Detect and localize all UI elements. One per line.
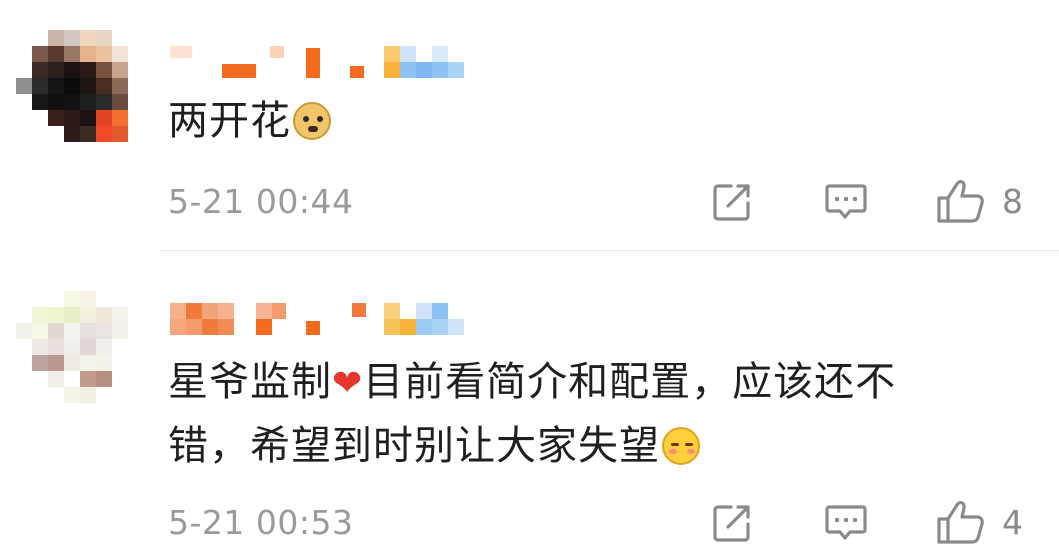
thumbs-up-icon xyxy=(937,180,984,223)
comment-text-part: 目前看简介和配置，应该还不 xyxy=(363,359,897,405)
comment-text: 两开花 xyxy=(168,90,331,152)
comment-text-part: 错，希望到时别让大家失望 xyxy=(168,423,660,469)
like-count: 8 xyxy=(1002,182,1023,221)
avatar[interactable] xyxy=(16,30,136,150)
thumbs-up-icon xyxy=(937,501,984,544)
comment-item: 两开花 5-21 00:44 8 xyxy=(0,0,1059,250)
comment-timestamp: 5-21 00:53 xyxy=(168,503,354,542)
like-count: 4 xyxy=(1002,503,1023,542)
like-button[interactable] xyxy=(932,178,988,224)
comment-text-part: 星爷监制 xyxy=(168,359,332,405)
like-button[interactable] xyxy=(932,499,988,545)
username-redacted[interactable] xyxy=(170,303,500,337)
comment-timestamp: 5-21 00:44 xyxy=(168,182,354,221)
blushing-emoji-icon xyxy=(662,427,700,465)
comment-text-line-1: 星爷监制❤目前看简介和配置，应该还不 xyxy=(168,351,896,415)
comment-icon xyxy=(825,184,867,219)
reply-button[interactable] xyxy=(822,180,870,224)
comment-item: 星爷监制❤目前看简介和配置，应该还不 错，希望到时别让大家失望 5-21 00:… xyxy=(0,251,1059,559)
share-icon xyxy=(713,184,750,221)
comment-text-line-2: 错，希望到时别让大家失望 xyxy=(168,415,896,477)
share-icon xyxy=(713,505,750,542)
avatar[interactable] xyxy=(16,291,136,411)
share-button[interactable] xyxy=(708,180,756,224)
comment-text-content: 两开花 xyxy=(168,98,291,144)
share-button[interactable] xyxy=(708,501,756,545)
comment-icon xyxy=(825,505,867,540)
heart-emoji-icon: ❤ xyxy=(332,363,364,404)
doge-emoji-icon xyxy=(293,102,331,140)
comment-text: 星爷监制❤目前看简介和配置，应该还不 错，希望到时别让大家失望 xyxy=(168,351,896,477)
reply-button[interactable] xyxy=(822,501,870,545)
username-redacted[interactable] xyxy=(170,46,500,80)
